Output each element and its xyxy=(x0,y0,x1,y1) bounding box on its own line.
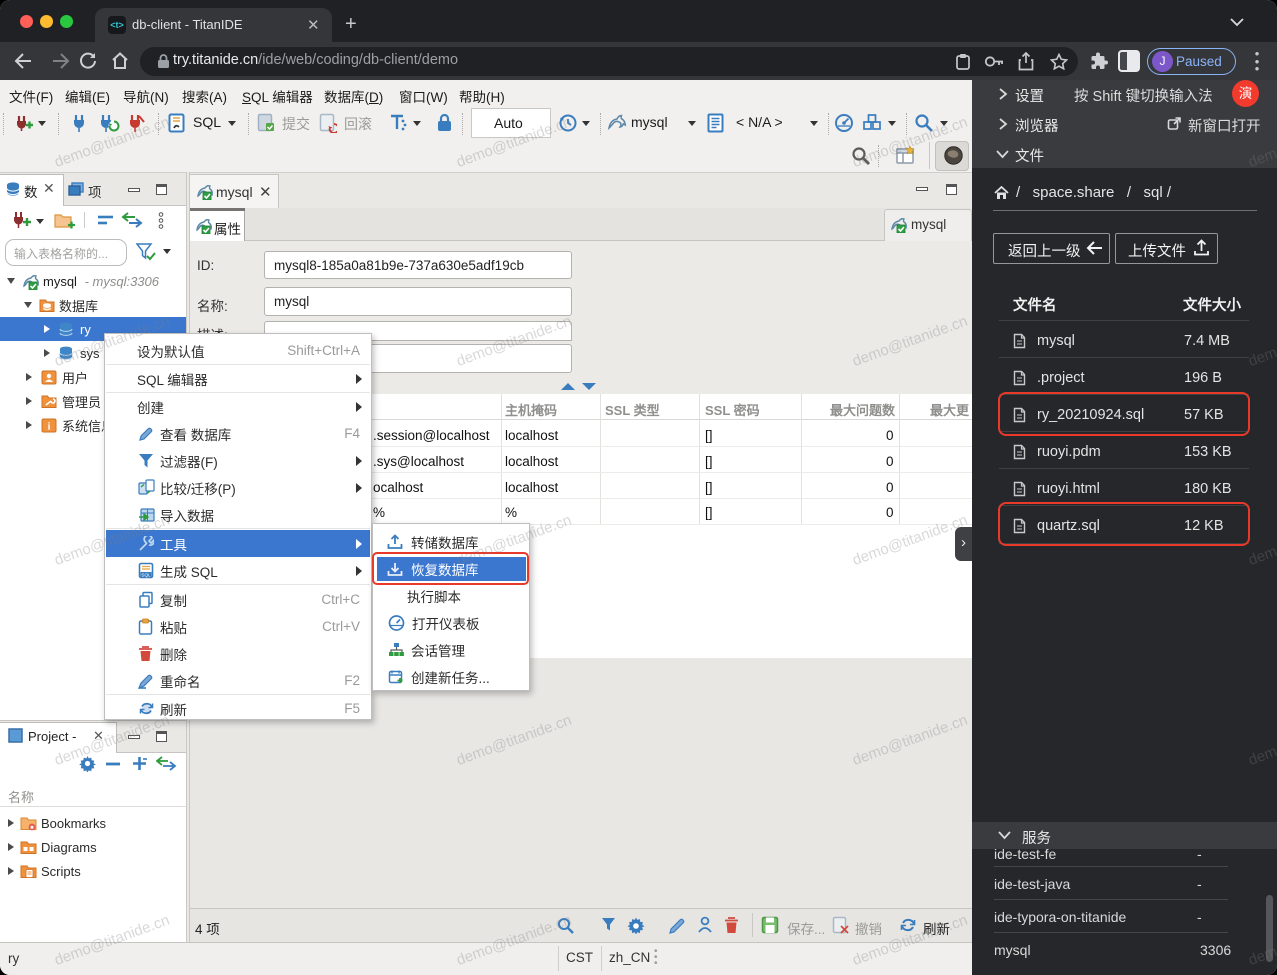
svg-text:i: i xyxy=(48,421,51,432)
svg-text:SQL: SQL xyxy=(141,573,151,578)
